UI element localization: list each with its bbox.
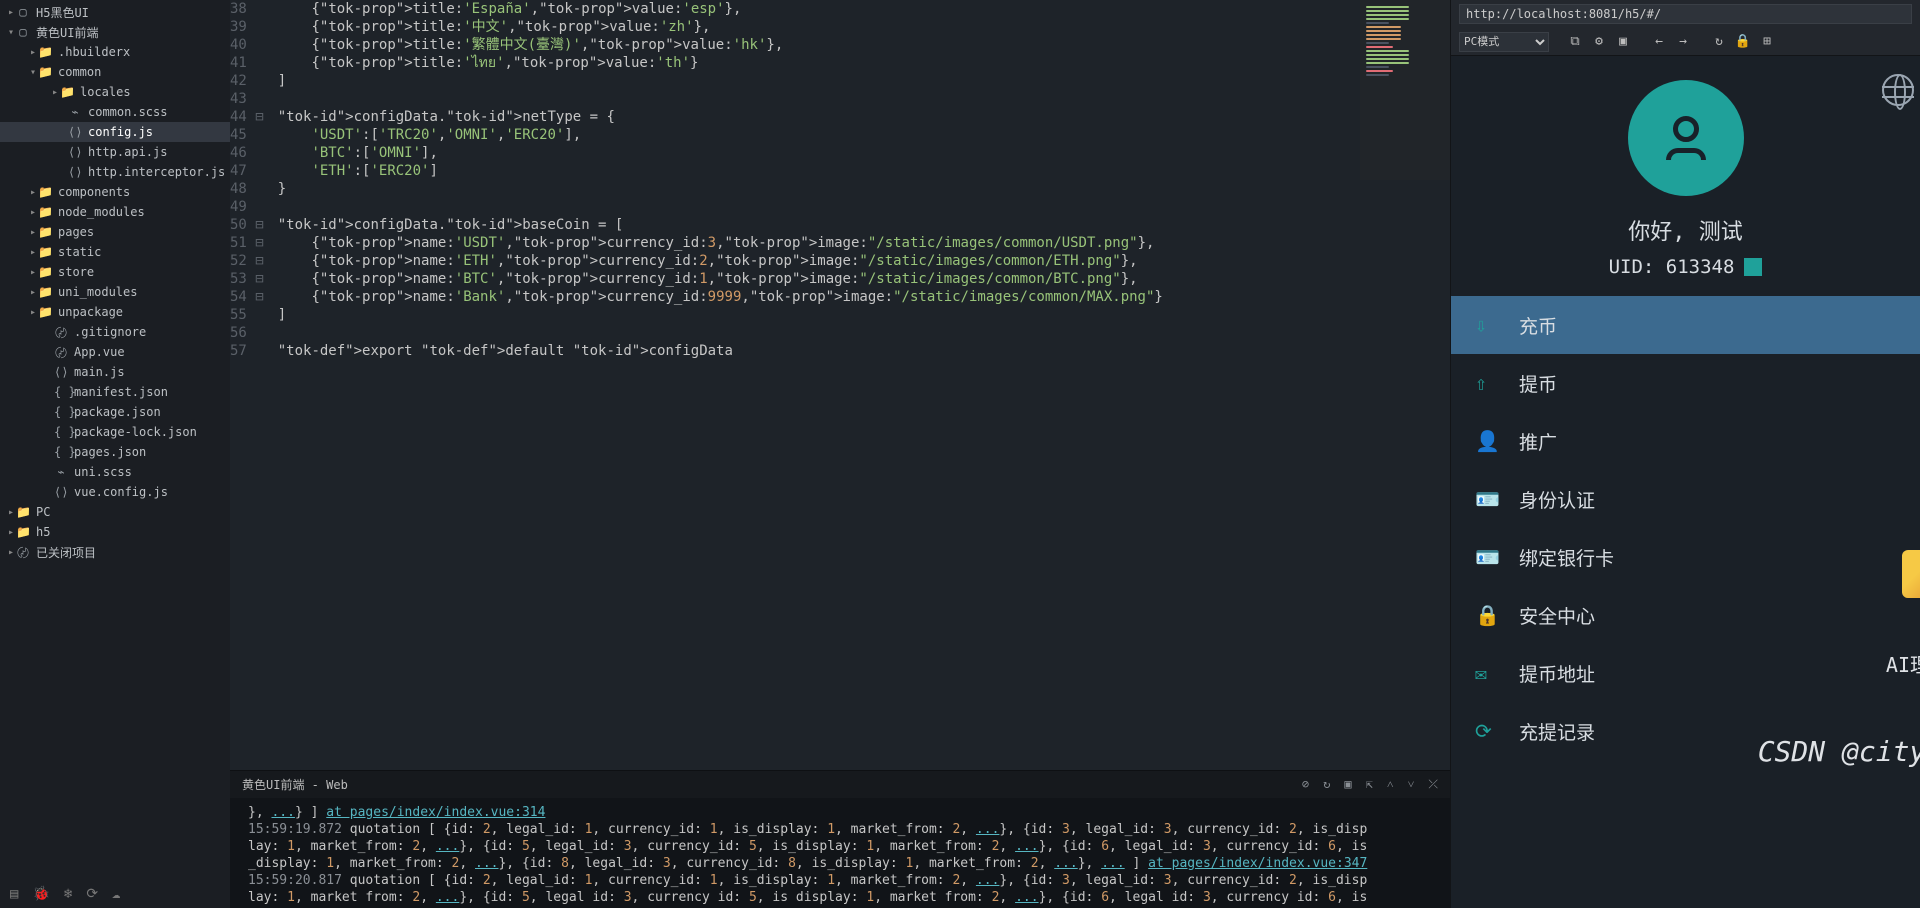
tree-item[interactable]: { }manifest.json (0, 382, 230, 402)
menu-item[interactable]: 🪪身份认证 (1451, 470, 1920, 528)
tree-item[interactable]: ▸📁node_modules (0, 202, 230, 222)
uid-text: UID: 613348 (1609, 256, 1735, 278)
greeting-text: 你好, 测试 (1451, 214, 1920, 246)
code-editor[interactable]: 38 39 40 41 42 43 44 ⊟45 46 47 48 49 50 … (230, 0, 1450, 770)
menu-icon: 👤 (1475, 429, 1495, 453)
console-icon[interactable]: ⇱ (1366, 777, 1373, 792)
console-icon[interactable]: ⊘ (1302, 777, 1309, 792)
tree-item[interactable]: ▾▢黄色UI前端 (0, 22, 230, 42)
console-icon[interactable]: ▣ (1344, 777, 1351, 792)
tree-item[interactable]: ⟨⟩http.api.js (0, 142, 230, 162)
uid-row: UID: 613348 (1451, 256, 1920, 278)
menu-icon: ⟳ (1475, 719, 1495, 743)
tree-item[interactable]: ▸📁PC (0, 502, 230, 522)
terminal-icon[interactable]: ▤ (10, 886, 18, 902)
console-tab[interactable]: 黄色UI前端 - Web (242, 776, 348, 793)
console-output[interactable]: }, ...} ] at pages/index/index.vue:31415… (230, 798, 1450, 908)
menu-icon: 🔒 (1475, 603, 1495, 627)
tree-item[interactable]: ⌁common.scss (0, 102, 230, 122)
tree-item[interactable]: ▸📁unpackage (0, 302, 230, 322)
tree-item[interactable]: ▸📁locales (0, 82, 230, 102)
tree-item[interactable]: ▸📁.hbuilderx (0, 42, 230, 62)
menu-item[interactable]: ✉提币地址 (1451, 644, 1920, 702)
qr-icon[interactable]: ⊞ (1757, 32, 1777, 52)
forward-icon[interactable]: → (1673, 32, 1693, 52)
app-preview: 你好, 测试 UID: 613348 ⇩充币⇧提币👤推广🪪身份认证🪪绑定银行卡🔒… (1451, 56, 1920, 908)
tree-item[interactable]: { }package.json (0, 402, 230, 422)
tree-item[interactable]: { }pages.json (0, 442, 230, 462)
avatar[interactable] (1628, 80, 1744, 196)
menu-icon: 🪪 (1475, 487, 1495, 511)
globe-icon[interactable] (1882, 74, 1914, 106)
console-tab-bar: 黄色UI前端 - Web ⊘ ↻ ▣ ⇱ ˄ ˅ ⤫ (230, 770, 1450, 798)
tree-item[interactable]: ▸📁h5 (0, 522, 230, 542)
lock-icon[interactable]: 🔒 (1733, 32, 1753, 52)
tree-item[interactable]: ▸〄已关闭项目 (0, 542, 230, 562)
settings-icon[interactable]: ⚙ (1589, 32, 1609, 52)
editor-panel: 38 39 40 41 42 43 44 ⊟45 46 47 48 49 50 … (230, 0, 1450, 908)
menu-item[interactable]: 🔒安全中心 (1451, 586, 1920, 644)
tree-item[interactable]: ▾📁common (0, 62, 230, 82)
back-icon[interactable]: ← (1649, 32, 1669, 52)
tree-item[interactable]: ⌁uni.scss (0, 462, 230, 482)
menu-item[interactable]: ⇩充币 (1451, 296, 1920, 354)
preview-panel: PC模式 ⧉ ⚙ ▣ ← → ↻ 🔒 ⊞ 你好, 测试 UID: 613348 … (1450, 0, 1920, 908)
menu-item[interactable]: ⇧提币 (1451, 354, 1920, 412)
tree-item[interactable]: ▸📁pages (0, 222, 230, 242)
tree-item[interactable]: { }package-lock.json (0, 422, 230, 442)
copy-icon[interactable] (1744, 258, 1762, 276)
decoration-text: AI理财 (1886, 649, 1920, 678)
tree-item[interactable]: ⟨⟩main.js (0, 362, 230, 382)
menu-icon: 🪪 (1475, 545, 1495, 569)
preview-toolbar: PC模式 ⧉ ⚙ ▣ ← → ↻ 🔒 ⊞ (1451, 28, 1920, 56)
console-icon[interactable]: ˄ (1387, 777, 1394, 792)
menu-item[interactable]: 👤推广 (1451, 412, 1920, 470)
tree-item[interactable]: 〄App.vue (0, 342, 230, 362)
menu-icon: ✉ (1475, 661, 1495, 685)
tree-item[interactable]: ⟨⟩config.js (0, 122, 230, 142)
tree-item[interactable]: ⟨⟩http.interceptor.js (0, 162, 230, 182)
tree-item[interactable]: 〄.gitignore (0, 322, 230, 342)
tree-item[interactable]: ▸📁store (0, 262, 230, 282)
menu-icon: ⇧ (1475, 371, 1495, 395)
console-icon[interactable]: ⤫ (1428, 777, 1438, 792)
refresh-icon[interactable]: ↻ (1709, 32, 1729, 52)
cloud-icon[interactable]: ☁ (112, 886, 120, 902)
sync-icon[interactable]: ⟳ (86, 886, 98, 902)
watermark-text: CSDN @cityll (1758, 735, 1920, 768)
menu-icon: ⇩ (1475, 313, 1495, 337)
toolbar-icon[interactable]: ⧉ (1565, 32, 1585, 52)
tree-item[interactable]: ▸📁components (0, 182, 230, 202)
snowflake-icon[interactable]: ❄ (64, 886, 72, 902)
sidebar-bottom-bar: ▤ 🐞 ❄ ⟳ ☁ (0, 880, 230, 908)
url-input[interactable] (1459, 4, 1912, 24)
toolbar-icon[interactable]: ▣ (1613, 32, 1633, 52)
tree-item[interactable]: ▸📁uni_modules (0, 282, 230, 302)
menu-item[interactable]: 🪪绑定银行卡 (1451, 528, 1920, 586)
console-icon[interactable]: ↻ (1323, 777, 1330, 792)
tree-item[interactable]: ▸▢H5黑色UI (0, 2, 230, 22)
bug-icon[interactable]: 🐞 (32, 886, 49, 902)
tree-item[interactable]: ⟨⟩vue.config.js (0, 482, 230, 502)
file-tree: ▸▢H5黑色UI▾▢黄色UI前端▸📁.hbuilderx▾📁common▸📁lo… (0, 0, 230, 908)
user-menu: ⇩充币⇧提币👤推广🪪身份认证🪪绑定银行卡🔒安全中心✉提币地址⟳充提记录 (1451, 296, 1920, 760)
tree-item[interactable]: ▸📁static (0, 242, 230, 262)
console-icon[interactable]: ˅ (1408, 777, 1415, 792)
minimap[interactable] (1360, 0, 1450, 180)
mode-select[interactable]: PC模式 (1459, 32, 1549, 52)
chart-decoration (1902, 550, 1920, 598)
